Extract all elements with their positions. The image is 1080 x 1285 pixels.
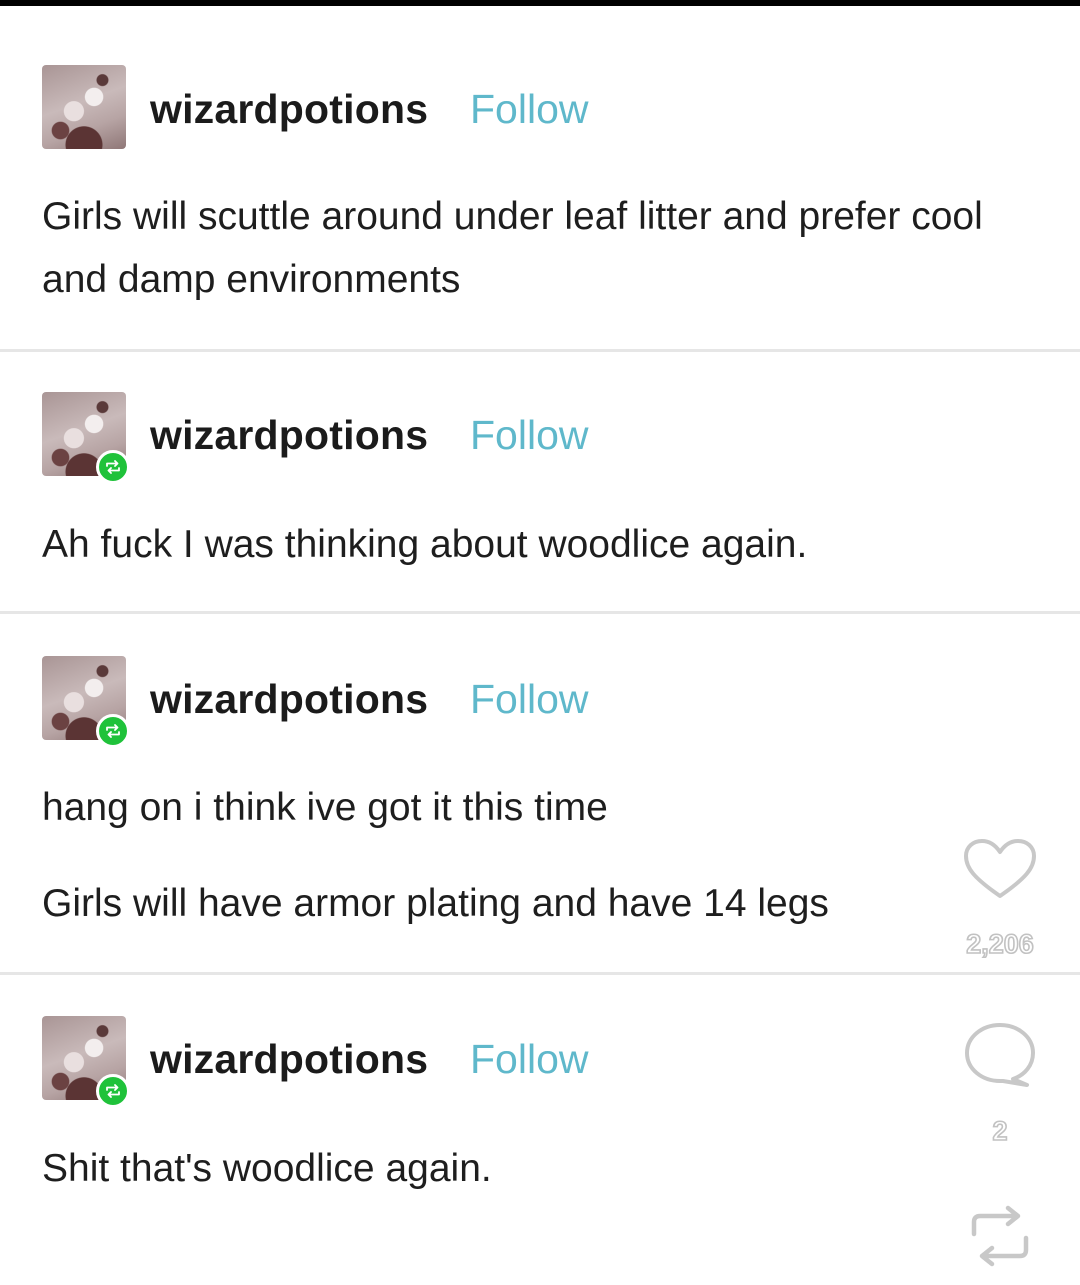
- divider: [0, 972, 1080, 975]
- post-text: Girls will scuttle around under leaf lit…: [42, 195, 983, 301]
- post-text: Shit that's woodlice again.: [42, 1147, 492, 1190]
- like-count: 2,206: [965, 928, 1034, 960]
- post-text: hang on i think ive got it this time: [42, 786, 608, 829]
- username[interactable]: wizardpotions: [150, 86, 428, 133]
- post-text: Girls will have armor plating and have 1…: [42, 882, 829, 925]
- reblog-badge-icon: [96, 714, 130, 748]
- comment-button[interactable]: [963, 1021, 1037, 1089]
- reblog-badge-icon: [96, 450, 130, 484]
- tumblr-thread: wizardpotions Follow Girls will scuttle …: [0, 6, 1080, 1285]
- reblog-button[interactable]: [966, 1204, 1034, 1268]
- like-button[interactable]: [962, 838, 1038, 902]
- divider: [0, 349, 1080, 352]
- follow-button[interactable]: Follow: [470, 86, 588, 133]
- comment-count: 2: [992, 1115, 1009, 1147]
- reblog-icon: [971, 1205, 1029, 1267]
- follow-button[interactable]: Follow: [470, 412, 588, 459]
- follow-button[interactable]: Follow: [470, 676, 588, 723]
- follow-button[interactable]: Follow: [470, 1036, 588, 1083]
- username[interactable]: wizardpotions: [150, 676, 428, 723]
- username[interactable]: wizardpotions: [150, 1036, 428, 1083]
- divider: [0, 611, 1080, 614]
- username[interactable]: wizardpotions: [150, 412, 428, 459]
- avatar[interactable]: [42, 65, 126, 149]
- comment-bubble-icon: [965, 1023, 1035, 1087]
- heart-icon: [964, 839, 1036, 898]
- post-text: Ah fuck I was thinking about woodlice ag…: [42, 523, 808, 566]
- reblog-badge-icon: [96, 1074, 130, 1108]
